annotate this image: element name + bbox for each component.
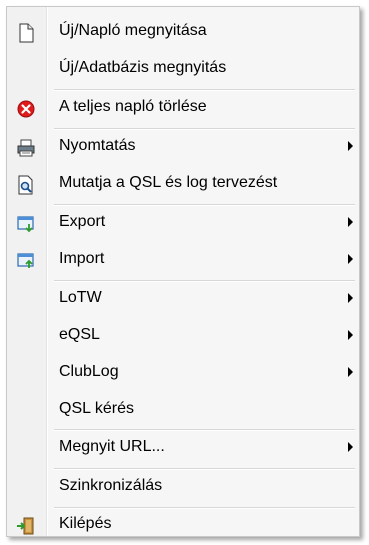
menu-separator <box>54 204 355 206</box>
menu-item-qsl-log-design[interactable]: Mutatja a QSL és log tervezést <box>7 167 359 201</box>
menu-item-label: Új/Adatbázis megnyitás <box>59 59 227 76</box>
menu-separator <box>54 128 355 130</box>
menu-item-print[interactable]: Nyomtatás <box>7 130 359 164</box>
submenu-arrow-icon <box>348 141 353 151</box>
menu-item-label: LoTW <box>59 289 102 306</box>
menu-separator <box>54 89 355 91</box>
submenu-arrow-icon <box>348 367 353 377</box>
delete-icon <box>16 99 36 119</box>
menu-item-label: Nyomtatás <box>59 137 136 154</box>
menu-item-lotw[interactable]: LoTW <box>7 282 359 316</box>
menu-separator <box>54 468 355 470</box>
submenu-arrow-icon <box>348 217 353 227</box>
print-preview-icon <box>16 175 36 195</box>
menu-separator <box>54 429 355 431</box>
menu-item-label: ClubLog <box>59 363 119 380</box>
submenu-arrow-icon <box>348 442 353 452</box>
menu-item-new-log[interactable]: Új/Napló megnyitása <box>7 15 359 49</box>
menu-item-qsl-request[interactable]: QSL kérés <box>7 393 359 427</box>
submenu-arrow-icon <box>348 293 353 303</box>
menu-item-label: Új/Napló megnyitása <box>59 22 207 39</box>
menu-item-label: A teljes napló törlése <box>59 98 207 115</box>
submenu-arrow-icon <box>348 254 353 264</box>
menu-item-label: Mutatja a QSL és log tervezést <box>59 174 278 191</box>
menu-item-import[interactable]: Import <box>7 243 359 277</box>
new-document-icon <box>16 23 36 43</box>
menu-item-exit[interactable]: Kilépés <box>7 508 359 542</box>
menu-item-label: Export <box>59 213 106 230</box>
printer-icon <box>16 138 36 158</box>
export-icon <box>16 214 36 234</box>
menu-item-eqsl[interactable]: eQSL <box>7 319 359 353</box>
menu-item-open-database[interactable]: Új/Adatbázis megnyitás <box>7 52 359 86</box>
menu-item-label: QSL kérés <box>59 400 134 417</box>
menu-item-label: Import <box>59 250 105 267</box>
menu-item-open-url[interactable]: Megnyit URL... <box>7 431 359 465</box>
menu-separator <box>54 280 355 282</box>
menu-item-label: Szinkronizálás <box>59 477 163 494</box>
menu-item-clublog[interactable]: ClubLog <box>7 356 359 390</box>
import-icon <box>16 251 36 271</box>
menu-item-label: eQSL <box>59 326 100 343</box>
exit-icon <box>16 516 36 536</box>
submenu-arrow-icon <box>348 330 353 340</box>
menu-item-delete-log[interactable]: A teljes napló törlése <box>7 91 359 125</box>
menu-item-label: Megnyit URL... <box>59 438 165 455</box>
menu-item-label: Kilépés <box>59 515 112 532</box>
menu-item-export[interactable]: Export <box>7 206 359 240</box>
file-menu: Új/Napló megnyitása Új/Adatbázis megnyit… <box>6 6 360 537</box>
menu-item-sync[interactable]: Szinkronizálás <box>7 470 359 504</box>
